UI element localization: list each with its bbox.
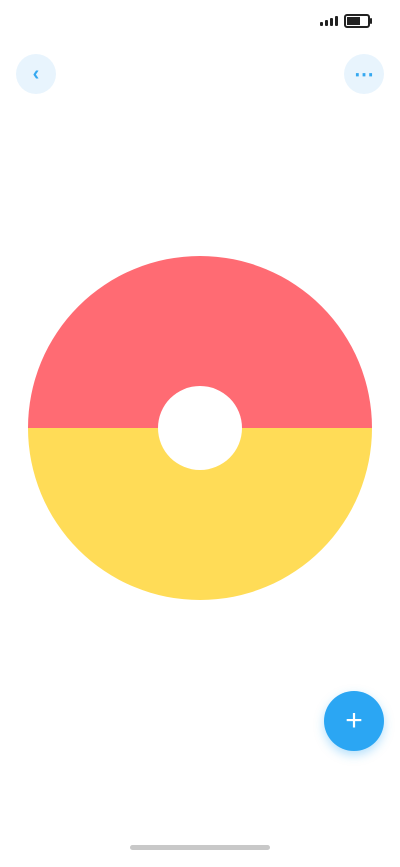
status-icons — [320, 14, 372, 28]
chart-area — [0, 210, 400, 610]
battery-icon — [344, 14, 372, 28]
signal-icon — [320, 16, 338, 26]
page-title — [150, 64, 250, 84]
home-indicator — [130, 845, 270, 850]
back-icon: ‹ — [32, 62, 40, 85]
add-button[interactable]: + — [324, 691, 384, 751]
back-button[interactable]: ‹ — [16, 54, 56, 94]
battery-fill — [347, 17, 360, 25]
add-icon: + — [345, 704, 363, 737]
more-icon: ⋯ — [354, 63, 374, 86]
pie-hole — [158, 386, 242, 470]
pie-chart[interactable] — [0, 210, 400, 610]
more-button[interactable]: ⋯ — [344, 54, 384, 94]
status-bar — [0, 0, 400, 44]
screen: ‹ ⋯ + — [0, 0, 400, 867]
nav-bar: ‹ ⋯ — [0, 44, 400, 104]
